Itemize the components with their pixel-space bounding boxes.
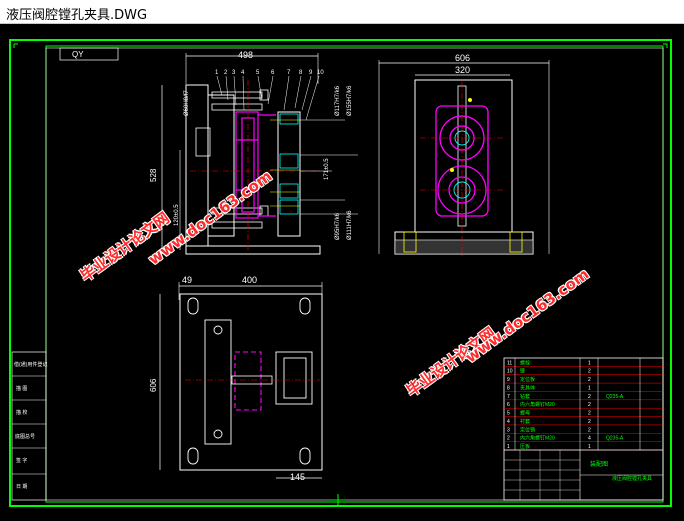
bom-number: 6 bbox=[507, 402, 510, 408]
bom-name: 钻套 bbox=[520, 393, 530, 400]
bom-qty: 2 bbox=[588, 369, 591, 375]
left-label: 底图总号 bbox=[15, 433, 35, 440]
bom-number: 8 bbox=[507, 385, 510, 391]
left-label: 描 图 bbox=[16, 385, 27, 392]
part-number: 10 bbox=[317, 70, 324, 76]
bom-name: 压板 bbox=[520, 443, 530, 450]
bom-name: 夹具体 bbox=[520, 384, 535, 391]
bom-name: 衬套 bbox=[520, 418, 530, 425]
bom-number: 11 bbox=[507, 360, 512, 366]
part-number: 2 bbox=[224, 70, 228, 76]
fit-dim: 120±0.5 bbox=[174, 204, 180, 226]
bom-number: 10 bbox=[507, 369, 513, 375]
left-label: 日 期 bbox=[16, 484, 27, 490]
top-height-dim: 606 bbox=[149, 378, 158, 392]
left-label: 借(通)用件登记 bbox=[14, 361, 47, 368]
fit-dim: Ø95H7/k6 bbox=[335, 212, 341, 240]
fit-dim: Ø117H7/k6 bbox=[335, 85, 341, 116]
part-number: 9 bbox=[309, 70, 313, 76]
bom-material: Q235-A bbox=[606, 394, 624, 400]
bom-qty: 2 bbox=[588, 377, 591, 383]
bom-number: 1 bbox=[507, 444, 510, 450]
bom-qty: 1 bbox=[588, 385, 591, 391]
side-outer-dim: 606 bbox=[455, 53, 470, 63]
fit-dim: Ø60H8/f7 bbox=[184, 90, 190, 116]
bom-qty: 2 bbox=[588, 402, 591, 408]
window-titlebar: 液压阀腔镗孔夹具.DWG bbox=[0, 0, 684, 24]
part-number: 7 bbox=[287, 70, 291, 76]
fit-dim: 171±0.5 bbox=[324, 158, 330, 180]
bom-qty: 2 bbox=[588, 411, 591, 417]
top-view: 49 400 606 145 bbox=[149, 275, 323, 482]
window-title: 液压阀腔镗孔夹具.DWG bbox=[6, 8, 148, 23]
top-bottom-dim: 145 bbox=[290, 472, 305, 482]
part-number: 6 bbox=[271, 70, 275, 76]
bom-number: 7 bbox=[507, 394, 510, 400]
bom-name: 定位销 bbox=[520, 426, 535, 433]
top-offset-dim: 49 bbox=[182, 275, 192, 285]
title-block-school: 液压阀腔镗孔夹具 bbox=[612, 475, 652, 482]
front-width-dim: 498 bbox=[238, 50, 253, 60]
left-label-table: 借(通)用件登记 描 图 描 校 底图总号 签 字 日 期 bbox=[11, 351, 47, 501]
bom-qty: 1 bbox=[588, 360, 591, 366]
bom-name: 螺母 bbox=[520, 410, 530, 417]
drawing-canvas[interactable]: QY 498 1 2 3 4 5 6 7 8 9 10 528 Ø60H8/f7… bbox=[0, 24, 684, 521]
bom-name: 键 bbox=[520, 368, 525, 375]
top-width-dim: 400 bbox=[242, 275, 257, 285]
bom-qty: 2 bbox=[588, 394, 591, 400]
bom-name: 内六角螺钉M20 bbox=[520, 435, 555, 442]
front-height-dim: 528 bbox=[149, 168, 158, 182]
bom-qty: 1 bbox=[588, 444, 591, 450]
part-number: 5 bbox=[256, 70, 260, 76]
bom-number: 9 bbox=[507, 377, 510, 383]
bom-number: 4 bbox=[507, 419, 510, 425]
front-view: 498 1 2 3 4 5 6 7 8 9 10 528 Ø60H8/f7 Ø1… bbox=[149, 50, 358, 255]
bom-table: 11 螺栓 110 键 29 定位板 28 夹具体 17 钻套 2 Q235-A6 内六角螺钉M20 25… bbox=[503, 357, 664, 501]
bom-name: 螺栓 bbox=[520, 359, 530, 366]
fit-dim: Ø111H7/k6 bbox=[347, 210, 353, 240]
bom-qty: 4 bbox=[588, 436, 591, 442]
fit-dim: Ø155H7/k6 bbox=[347, 85, 353, 116]
left-label: 签 字 bbox=[16, 457, 27, 464]
part-number: 1 bbox=[215, 70, 219, 76]
part-number: 3 bbox=[232, 70, 236, 76]
side-view: 606 320 bbox=[378, 53, 550, 258]
bom-number: 5 bbox=[507, 411, 510, 417]
bom-number: 3 bbox=[507, 427, 510, 433]
side-inner-dim: 320 bbox=[455, 65, 470, 75]
bom-number: 2 bbox=[507, 436, 510, 442]
view-label: QY bbox=[72, 50, 84, 59]
bom-name: 内六角螺钉M20 bbox=[520, 401, 555, 408]
part-number: 4 bbox=[241, 70, 245, 76]
view-label-box bbox=[59, 47, 119, 61]
bom-qty: 2 bbox=[588, 419, 591, 425]
bom-name: 定位板 bbox=[520, 376, 535, 383]
bom-material: Q235-A bbox=[606, 436, 624, 442]
bom-qty: 2 bbox=[588, 427, 591, 433]
part-number: 8 bbox=[299, 70, 303, 76]
title-block-name: 装配图 bbox=[590, 460, 608, 468]
left-label: 描 校 bbox=[16, 409, 27, 416]
